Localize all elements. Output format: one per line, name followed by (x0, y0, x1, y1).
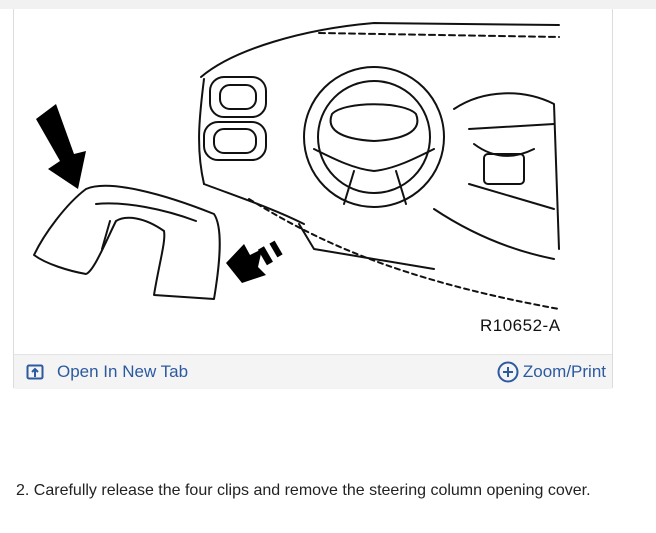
open-in-new-tab-link[interactable]: Open In New Tab (26, 361, 188, 383)
figure-card: R10652-A Open In New Tab Zoom/Print (13, 9, 613, 389)
zoom-print-label: Zoom/Print (522, 362, 606, 381)
zoom-print-link[interactable]: Zoom/Print (497, 360, 606, 384)
diagram-image: R10652-A (14, 9, 612, 354)
open-in-new-tab-label: Open In New Tab (57, 362, 189, 381)
top-bar (0, 0, 656, 9)
plus-circle-icon (497, 361, 519, 383)
figure-code: R10652-A (480, 316, 561, 335)
open-in-new-tab-icon (26, 363, 44, 381)
figure-toolbar: Open In New Tab Zoom/Print (14, 354, 612, 389)
step-instruction: 2. Carefully release the four clips and … (16, 482, 591, 499)
